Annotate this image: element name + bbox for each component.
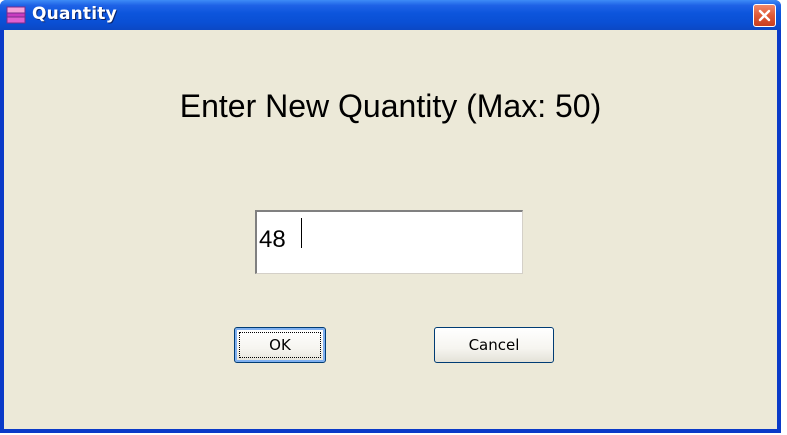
text-caret	[301, 218, 302, 248]
title-bar[interactable]: Quantity	[0, 0, 781, 30]
cancel-button[interactable]: Cancel	[434, 327, 554, 363]
app-window-icon	[6, 6, 26, 24]
close-icon	[758, 9, 771, 22]
window-title: Quantity	[32, 4, 117, 24]
focus-rectangle	[239, 332, 321, 358]
close-button[interactable]	[753, 4, 776, 27]
cancel-button-label: Cancel	[468, 336, 520, 354]
quantity-input[interactable]	[255, 210, 523, 274]
quantity-dialog-window: Quantity Enter New Quantity (Max: 50) OK…	[0, 0, 781, 433]
quantity-prompt-label: Enter New Quantity (Max: 50)	[179, 88, 602, 124]
ok-button[interactable]: OK	[234, 327, 326, 363]
